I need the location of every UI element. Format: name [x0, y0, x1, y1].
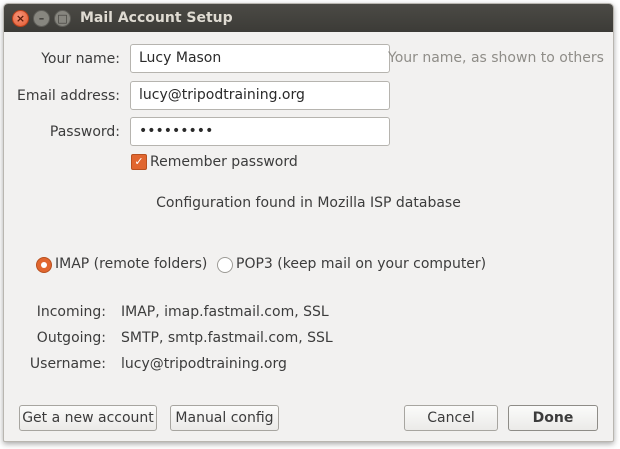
manual-config-button[interactable]: Manual config	[170, 405, 279, 431]
remember-password-label[interactable]: Remember password	[150, 154, 298, 170]
imap-radio-label[interactable]: IMAP (remote folders)	[55, 256, 207, 272]
outgoing-value: SMTP, smtp.fastmail.com, SSL	[121, 330, 333, 346]
incoming-label: Incoming:	[36, 304, 106, 320]
pop3-radio-label[interactable]: POP3 (keep mail on your computer)	[236, 256, 486, 272]
mail-account-setup-dialog: × – □ Mail Account Setup Your name: Lucy…	[3, 3, 614, 442]
window-title: Mail Account Setup	[80, 10, 233, 26]
email-field[interactable]: lucy@tripodtraining.org	[130, 81, 390, 110]
maximize-icon[interactable]: □	[54, 10, 71, 27]
name-label: Your name:	[41, 51, 120, 67]
outgoing-label: Outgoing:	[36, 330, 106, 346]
password-label: Password:	[49, 124, 120, 140]
config-status-text: Configuration found in Mozilla ISP datab…	[156, 195, 461, 211]
email-label: Email address:	[16, 88, 120, 104]
minimize-icon[interactable]: –	[33, 10, 50, 27]
name-hint: Your name, as shown to others	[388, 50, 604, 66]
close-icon[interactable]: ×	[12, 10, 29, 27]
incoming-value: IMAP, imap.fastmail.com, SSL	[121, 304, 329, 320]
cancel-button[interactable]: Cancel	[404, 405, 498, 431]
get-new-account-button[interactable]: Get a new account	[19, 405, 157, 431]
pop3-radio[interactable]	[217, 257, 233, 273]
password-field[interactable]: •••••••••	[130, 117, 390, 146]
titlebar[interactable]: × – □ Mail Account Setup	[4, 4, 613, 32]
remember-password-checkbox[interactable]: ✓	[131, 154, 147, 170]
done-button[interactable]: Done	[508, 405, 598, 431]
imap-radio[interactable]	[36, 257, 52, 273]
name-field[interactable]: Lucy Mason	[130, 44, 390, 73]
username-label: Username:	[29, 356, 106, 372]
username-value: lucy@tripodtraining.org	[121, 356, 287, 372]
